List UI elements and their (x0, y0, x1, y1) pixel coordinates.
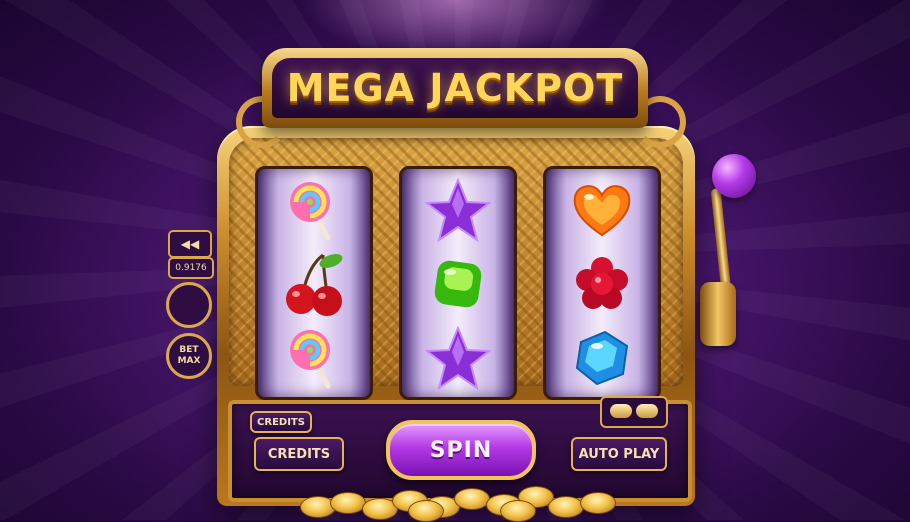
green-gem-icon (402, 247, 514, 321)
blue-gem-icon (546, 321, 658, 395)
star-icon (402, 321, 514, 395)
bet-max-button[interactable]: BET MAX (166, 333, 212, 379)
lever-knob[interactable] (712, 154, 756, 198)
coin (548, 496, 584, 518)
round-button[interactable] (166, 282, 212, 328)
coin-slot-right (636, 404, 658, 418)
reel-1 (255, 166, 373, 400)
rewind-icon: ◀◀ (180, 237, 200, 251)
jackpot-title: MEGA JACKPOT (286, 66, 624, 110)
coin (408, 500, 444, 522)
bet-value-display: 0.9176 (168, 257, 214, 279)
auto-play-button[interactable]: AUTO PLAY (571, 437, 667, 471)
lollipop-icon (258, 321, 370, 395)
coin (330, 492, 366, 514)
bet-max-label-line2: MAX (177, 356, 201, 366)
coin (454, 488, 490, 510)
coin (580, 492, 616, 514)
reel-frame (229, 138, 683, 400)
lever-base (700, 282, 736, 346)
rewind-button[interactable]: ◀◀ (168, 230, 212, 258)
jackpot-sign: MEGA JACKPOT (262, 48, 648, 128)
credits-button[interactable]: CREDITS (254, 437, 344, 471)
coin-slot-left (610, 404, 632, 418)
star-icon (402, 173, 514, 247)
lollipop-icon (258, 173, 370, 247)
heart-candy-icon (546, 173, 658, 247)
jackpot-sign-panel: MEGA JACKPOT (272, 58, 638, 118)
credits-label: CREDITS (250, 411, 312, 433)
spin-button[interactable]: SPIN (386, 420, 536, 480)
coin (500, 500, 536, 522)
coin-slot (600, 396, 668, 428)
coin-pile (300, 484, 630, 522)
reel-2 (399, 166, 517, 400)
reel-3 (543, 166, 661, 400)
raspberry-candy-icon (546, 247, 658, 321)
cherry-icon (258, 247, 370, 321)
bet-max-label-line1: BET (179, 345, 199, 355)
